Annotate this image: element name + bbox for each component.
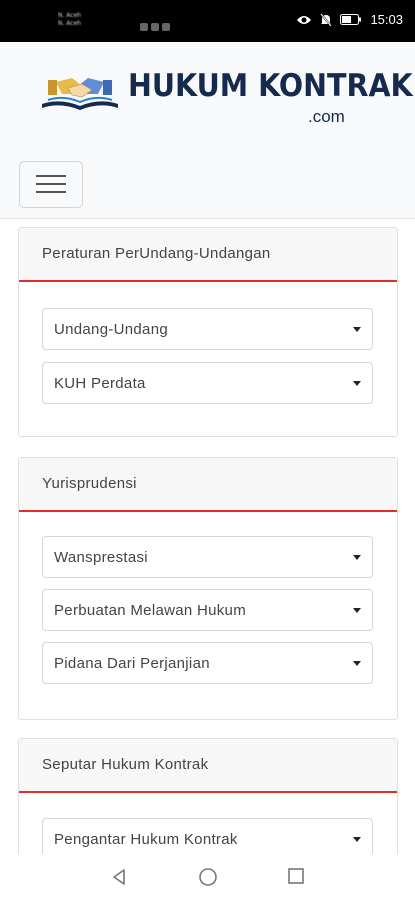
section-title: Seputar Hukum Kontrak xyxy=(42,756,209,773)
site-header: HUKUM KONTRAK .com xyxy=(0,42,415,219)
dropdown-pengantar-hukum-kontrak[interactable]: Pengantar Hukum Kontrak xyxy=(42,818,373,854)
menu-toggle-button[interactable] xyxy=(19,161,83,208)
dropdown-label: Perbuatan Melawan Hukum xyxy=(54,602,246,619)
main-content: Peraturan PerUndang-Undangan Undang-Unda… xyxy=(0,219,415,854)
notification-preview: N. Aceh N. Aceh xyxy=(58,12,81,28)
caret-down-icon xyxy=(353,555,361,560)
clock: 15:03 xyxy=(370,12,403,27)
caret-down-icon xyxy=(353,661,361,666)
site-domain: .com xyxy=(308,107,345,126)
section-card: Peraturan PerUndang-Undangan Undang-Unda… xyxy=(18,227,398,437)
section-header: Seputar Hukum Kontrak xyxy=(19,739,397,793)
notification-text: N. Aceh xyxy=(58,12,82,19)
dropdown-undang-undang[interactable]: Undang-Undang xyxy=(42,308,373,350)
mute-icon xyxy=(320,12,333,27)
caret-down-icon xyxy=(353,608,361,613)
section-card: Yurisprudensi Wansprestasi Perbuatan Mel… xyxy=(18,457,398,720)
dropdown-label: Pidana Dari Perjanjian xyxy=(54,655,210,672)
notification-text: N. Aceh xyxy=(58,20,82,27)
battery-icon xyxy=(340,14,362,25)
dropdown-pidana-dari-perjanjian[interactable]: Pidana Dari Perjanjian xyxy=(42,642,373,684)
home-icon[interactable] xyxy=(198,868,218,888)
dropdown-label: Undang-Undang xyxy=(54,321,168,338)
dropdown-label: KUH Perdata xyxy=(54,375,146,392)
status-icons: 15:03 xyxy=(296,12,403,27)
section-header: Peraturan PerUndang-Undangan xyxy=(19,228,397,282)
dropdown-kuh-perdata[interactable]: KUH Perdata xyxy=(42,362,373,404)
caret-down-icon xyxy=(353,837,361,842)
status-bar: N. Aceh N. Aceh 15:03 xyxy=(0,0,415,42)
dropdown-perbuatan-melawan-hukum[interactable]: Perbuatan Melawan Hukum xyxy=(42,589,373,631)
notification-icons xyxy=(140,16,180,31)
system-nav-bar xyxy=(0,854,415,900)
hamburger-icon xyxy=(36,175,66,177)
dropdown-wansprestasi[interactable]: Wansprestasi xyxy=(42,536,373,578)
section-title: Peraturan PerUndang-Undangan xyxy=(42,245,271,262)
section-card: Seputar Hukum Kontrak Pengantar Hukum Ko… xyxy=(18,738,398,854)
recents-icon[interactable] xyxy=(287,868,305,886)
section-title: Yurisprudensi xyxy=(42,475,137,492)
site-title[interactable]: HUKUM KONTRAK xyxy=(128,68,413,104)
caret-down-icon xyxy=(353,381,361,386)
caret-down-icon xyxy=(353,327,361,332)
handshake-logo-icon[interactable] xyxy=(38,70,122,116)
dropdown-label: Wansprestasi xyxy=(54,549,148,566)
eye-icon xyxy=(297,15,312,24)
dropdown-label: Pengantar Hukum Kontrak xyxy=(54,831,238,848)
section-header: Yurisprudensi xyxy=(19,458,397,512)
back-icon[interactable] xyxy=(110,868,128,886)
